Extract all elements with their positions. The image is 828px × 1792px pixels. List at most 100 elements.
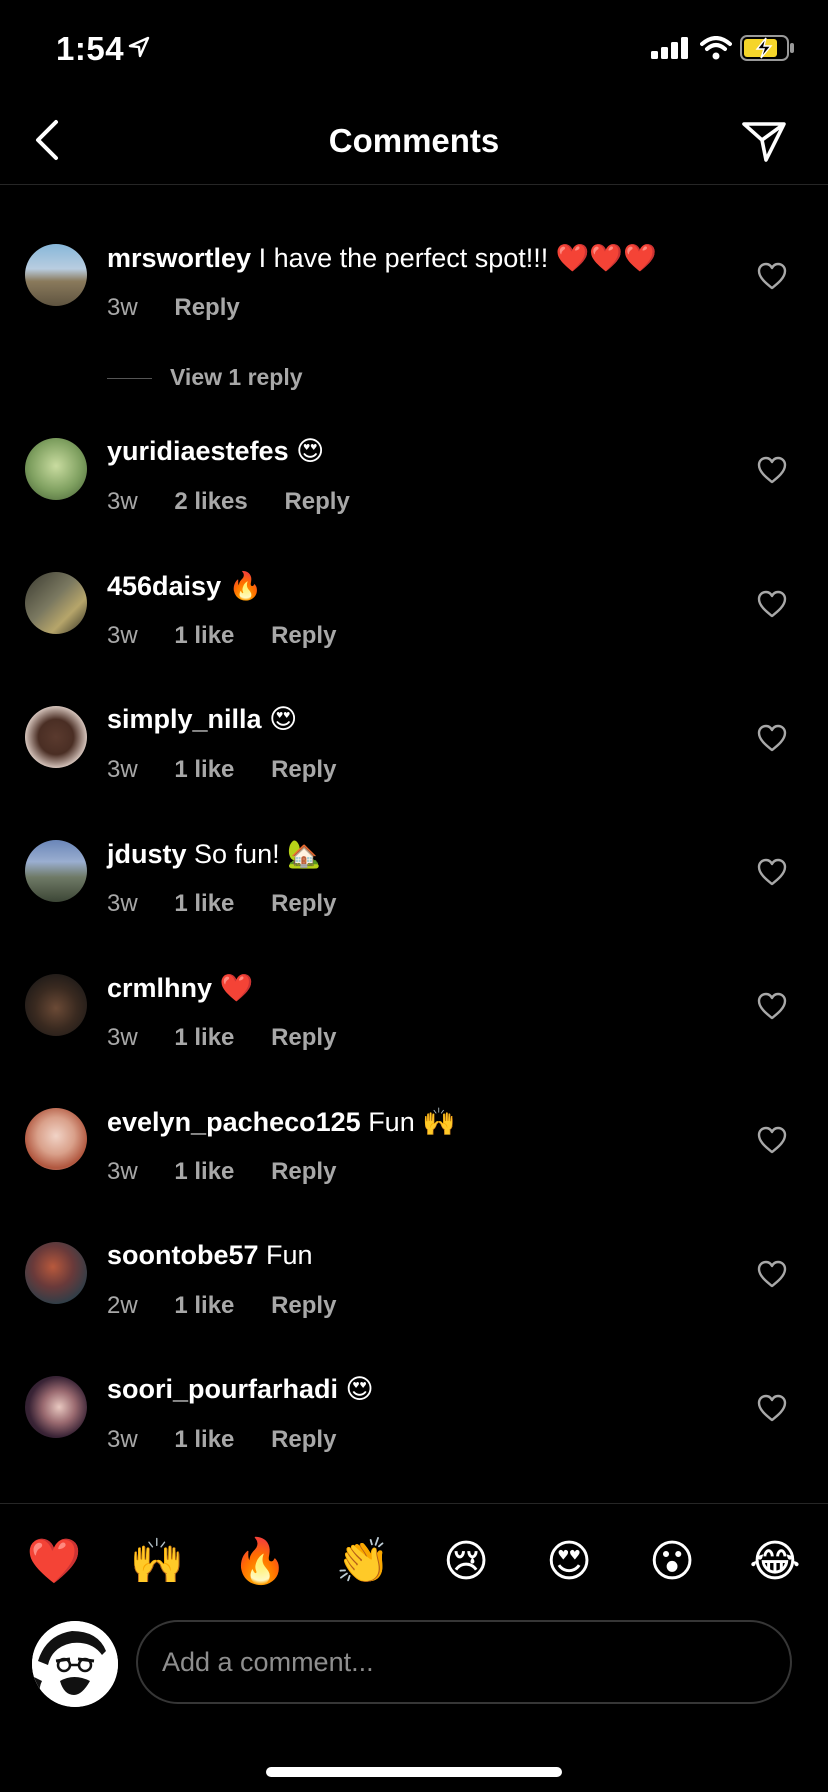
avatar[interactable] xyxy=(25,840,87,902)
like-heart-icon[interactable] xyxy=(757,590,787,618)
comment-emoji: 🔥 xyxy=(228,571,263,602)
page-title: Comments xyxy=(328,122,500,159)
header-bar: Comments xyxy=(0,100,828,185)
comment-age: 3w xyxy=(107,756,138,783)
comment-age: 3w xyxy=(107,1024,138,1051)
comment-text: Fun xyxy=(368,1107,415,1137)
reply-button[interactable]: Reply xyxy=(271,622,336,649)
comment-item: soontobe57 Fun 2w 1 like Reply xyxy=(0,1240,828,1352)
reply-button[interactable]: Reply xyxy=(271,1158,336,1185)
comment-item: soori_pourfarhadi 😍 3w 1 like Reply xyxy=(0,1374,828,1486)
avatar[interactable] xyxy=(25,438,87,500)
comment-age: 2w xyxy=(107,1292,138,1319)
comment-likes[interactable]: 1 like xyxy=(174,622,234,649)
comment-item: crmlhny ❤️ 3w 1 like Reply xyxy=(0,973,828,1084)
comment-likes[interactable]: 1 like xyxy=(174,890,234,917)
comment-username[interactable]: evelyn_pacheco125 xyxy=(107,1107,361,1137)
reply-button[interactable]: Reply xyxy=(174,294,239,321)
avatar[interactable] xyxy=(25,1376,87,1438)
comment-item: jdusty So fun! 🏡 3w 1 like Reply xyxy=(0,839,828,950)
comment-username[interactable]: mrswortley xyxy=(107,243,251,273)
comment-username[interactable]: 456daisy xyxy=(107,571,221,601)
battery-charging-icon xyxy=(740,35,794,61)
like-heart-icon[interactable] xyxy=(757,1126,787,1154)
emoji-button-clap[interactable]: 👏 xyxy=(333,1532,393,1592)
comment-likes[interactable]: 1 like xyxy=(174,1024,234,1051)
avatar[interactable] xyxy=(25,1108,87,1170)
reply-button[interactable]: Reply xyxy=(271,890,336,917)
comment-item: yuridiaestefes 😍 3w 2 likes Reply xyxy=(0,436,828,548)
home-indicator[interactable] xyxy=(266,1767,562,1777)
emoji-button-heart[interactable]: ❤️ xyxy=(24,1532,84,1592)
comment-age: 3w xyxy=(107,1158,138,1185)
like-heart-icon[interactable] xyxy=(757,992,787,1020)
send-paper-plane-icon[interactable] xyxy=(740,118,788,164)
like-heart-icon[interactable] xyxy=(757,1260,787,1288)
comment-username[interactable]: simply_nilla xyxy=(107,704,262,734)
reply-button[interactable]: Reply xyxy=(271,1024,336,1051)
reply-button[interactable]: Reply xyxy=(271,756,336,783)
comment-text: Fun xyxy=(266,1240,313,1270)
status-time: 1:54 xyxy=(56,30,125,67)
like-heart-icon[interactable] xyxy=(757,262,787,290)
current-user-avatar[interactable] xyxy=(32,1621,118,1707)
comment-username[interactable]: soontobe57 xyxy=(107,1240,259,1270)
cellular-signal-icon xyxy=(651,37,688,59)
comment-emoji: 😍 xyxy=(296,436,325,467)
comment-age: 3w xyxy=(107,1426,138,1453)
avatar[interactable] xyxy=(25,572,87,634)
view-replies-label: View 1 reply xyxy=(170,364,303,390)
location-arrow-icon xyxy=(128,36,150,58)
avatar[interactable] xyxy=(25,244,87,306)
comment-username[interactable]: jdusty xyxy=(107,839,187,869)
emoji-button-crying[interactable]: 😢 xyxy=(436,1532,496,1592)
comment-username[interactable]: yuridiaestefes xyxy=(107,436,289,466)
reply-divider xyxy=(107,378,152,380)
reply-button[interactable]: Reply xyxy=(271,1292,336,1319)
comment-item: 456daisy 🔥 3w 1 like Reply xyxy=(0,571,828,682)
comment-text: I have the perfect spot!!! xyxy=(258,243,549,273)
comment-emoji: ❤️❤️❤️ xyxy=(555,243,657,274)
comment-age: 3w xyxy=(107,890,138,917)
emoji-button-laughing[interactable]: 😂 xyxy=(745,1532,805,1592)
comment-emoji: ❤️ xyxy=(219,973,254,1004)
status-bar: 1:54 xyxy=(0,0,828,100)
avatar[interactable] xyxy=(25,1242,87,1304)
like-heart-icon[interactable] xyxy=(757,724,787,752)
comment-likes[interactable]: 1 like xyxy=(174,756,234,783)
emoji-button-surprised[interactable]: 😮 xyxy=(642,1532,702,1592)
add-comment-input[interactable] xyxy=(136,1620,792,1704)
avatar[interactable] xyxy=(25,706,87,768)
comment-username[interactable]: crmlhny xyxy=(107,973,212,1003)
emoji-reaction-bar: ❤️ 🙌 🔥 👏 😢 😍 😮 😂 xyxy=(0,1503,828,1604)
comment-likes[interactable]: 1 like xyxy=(174,1158,234,1185)
comment-composer xyxy=(0,1620,828,1708)
comment-item: mrswortley I have the perfect spot!!! ❤️… xyxy=(0,243,828,354)
comment-emoji: 🙌 xyxy=(422,1107,456,1138)
reply-button[interactable]: Reply xyxy=(284,488,349,515)
emoji-button-heart-eyes[interactable]: 😍 xyxy=(539,1532,599,1592)
avatar[interactable] xyxy=(25,974,87,1036)
emoji-button-raised-hands[interactable]: 🙌 xyxy=(127,1532,187,1592)
comment-item: evelyn_pacheco125 Fun 🙌 3w 1 like Reply xyxy=(0,1107,828,1218)
comment-age: 3w xyxy=(107,622,138,649)
comment-username[interactable]: soori_pourfarhadi xyxy=(107,1374,338,1404)
like-heart-icon[interactable] xyxy=(757,1394,787,1422)
comment-item: simply_nilla 😍 3w 1 like Reply xyxy=(0,704,828,816)
comment-likes[interactable]: 1 like xyxy=(174,1426,234,1453)
comment-age: 3w xyxy=(107,488,138,515)
comment-age: 3w xyxy=(107,294,138,321)
emoji-button-fire[interactable]: 🔥 xyxy=(230,1532,290,1592)
sketch-portrait-icon xyxy=(32,1621,118,1707)
comment-likes[interactable]: 2 likes xyxy=(174,488,247,515)
like-heart-icon[interactable] xyxy=(757,456,787,484)
comment-emoji: 😍 xyxy=(269,704,298,735)
wifi-icon xyxy=(700,36,732,60)
comment-emoji: 😍 xyxy=(345,1374,374,1405)
reply-button[interactable]: Reply xyxy=(271,1426,336,1453)
comment-likes[interactable]: 1 like xyxy=(174,1292,234,1319)
comment-text: So fun! xyxy=(194,839,280,869)
view-replies-link[interactable]: View 1 reply xyxy=(107,364,303,394)
like-heart-icon[interactable] xyxy=(757,858,787,886)
comment-emoji: 🏡 xyxy=(287,839,321,870)
